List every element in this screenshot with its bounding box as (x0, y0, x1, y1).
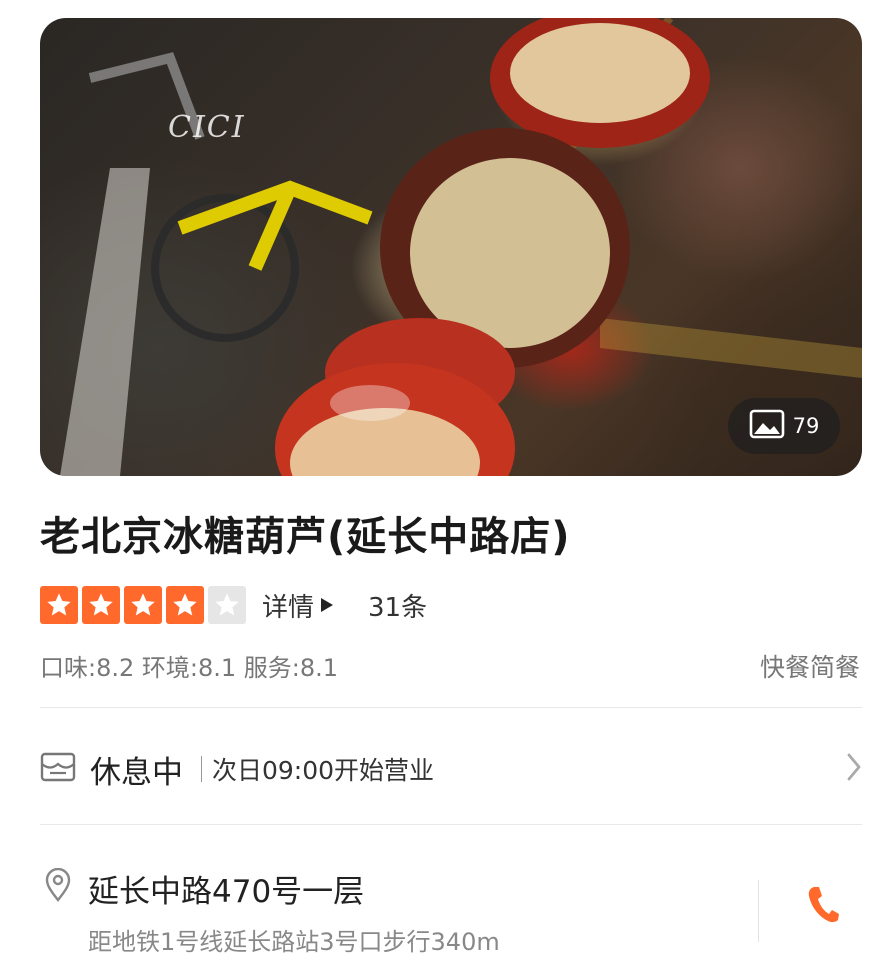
hours-separator (201, 756, 202, 782)
star-icon (166, 586, 204, 624)
chevron-right-icon (846, 752, 862, 786)
review-count[interactable]: 31条 (368, 587, 427, 624)
open-status: 休息中 (90, 754, 183, 791)
metro-distance: 距地铁1号线延长路站3号口步行340m (88, 928, 500, 956)
photo-count-label: 79 (792, 414, 820, 438)
divider (40, 707, 862, 708)
divider (40, 824, 862, 825)
image-icon (749, 409, 785, 444)
store-icon (40, 751, 76, 787)
location-pin-icon (44, 867, 72, 906)
shop-detail-page: CICI 79 老北京冰糖葫芦(延长中路店) 详情 31条 口味:8.2 环境:… (0, 0, 886, 964)
shop-title: 老北京冰糖葫芦(延长中路店) (40, 514, 571, 560)
shop-hero-photo[interactable]: CICI 79 (40, 18, 862, 476)
next-open-time: 次日09:00开始营业 (212, 756, 435, 785)
shop-category[interactable]: 快餐简餐 (760, 648, 860, 684)
photo-watermark: CICI (168, 110, 246, 145)
photo-count-badge[interactable]: 79 (728, 398, 840, 454)
detail-label: 详情 (262, 592, 315, 623)
triangle-right-icon (320, 590, 334, 620)
business-hours-row[interactable]: 休息中 次日09:00开始营业 (40, 746, 862, 792)
star-icon (40, 586, 78, 624)
phone-icon[interactable] (806, 884, 840, 928)
star-icon (208, 586, 246, 624)
rating-row: 详情 31条 (40, 586, 427, 624)
star-icon (124, 586, 162, 624)
star-icon (82, 586, 120, 624)
vertical-divider (758, 880, 759, 942)
star-rating (40, 586, 246, 624)
shop-address[interactable]: 延长中路470号一层 (88, 866, 364, 911)
rating-detail-link[interactable]: 详情 (262, 587, 334, 624)
score-breakdown: 口味:8.2 环境:8.1 服务:8.1 (40, 654, 339, 682)
